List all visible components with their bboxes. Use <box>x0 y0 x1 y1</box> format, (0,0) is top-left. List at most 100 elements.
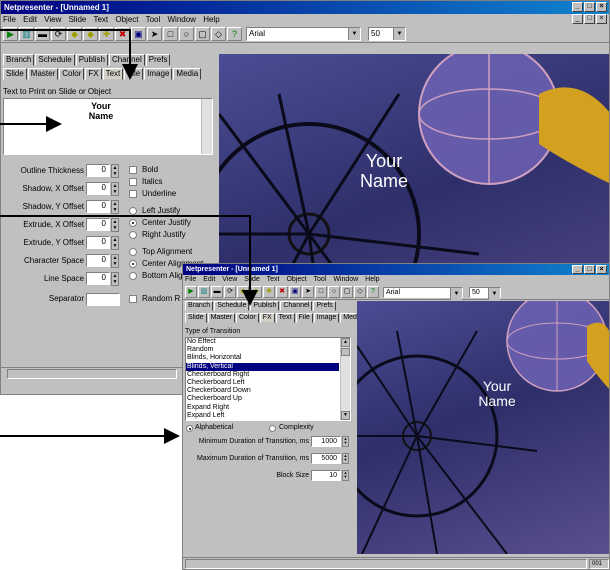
record-icon[interactable]: ▬ <box>35 26 50 41</box>
menu-help[interactable]: Help <box>203 15 219 24</box>
front-diamond-tool-icon[interactable]: ◇ <box>354 286 366 298</box>
front-ellipse-tool-icon[interactable]: ○ <box>328 286 340 298</box>
front-close-button[interactable]: × <box>596 265 607 274</box>
front-tab-fx[interactable]: FX <box>259 313 275 323</box>
diamond-tool-icon[interactable]: ◇ <box>211 26 226 41</box>
front-rounded-rect-tool-icon[interactable]: ▢ <box>341 286 353 298</box>
block-size-spin[interactable]: ▲ ▼ <box>342 470 349 481</box>
ellipse-tool-icon[interactable]: ○ <box>179 26 194 41</box>
front-tab-image[interactable]: Image <box>313 313 340 323</box>
minimize-button[interactable]: _ <box>572 2 583 12</box>
max-duration-field[interactable]: 5000 <box>311 453 341 464</box>
menu-file[interactable]: File <box>3 15 16 24</box>
font-name-select[interactable]: Arial <box>246 26 361 41</box>
doc-minimize-button[interactable]: _ <box>572 14 583 24</box>
front-tab-color[interactable]: Color <box>235 313 259 323</box>
delete-slide-icon[interactable]: ✖ <box>115 26 130 41</box>
tab-file[interactable]: File <box>124 68 144 80</box>
outline-thickness-spin[interactable]: ▲ ▼ <box>111 164 119 178</box>
front-add-slide-icon[interactable]: ✚ <box>263 286 275 298</box>
center-alignment-radio[interactable] <box>129 260 137 268</box>
menu-window[interactable]: Window <box>168 15 196 24</box>
front-tab-slide[interactable]: Slide <box>185 313 207 323</box>
random-checkbox[interactable] <box>129 295 137 303</box>
doc-close-button[interactable]: × <box>596 14 607 24</box>
transition-item[interactable]: Checkerboard Up <box>186 395 350 403</box>
shadow-y-spin[interactable]: ▲ ▼ <box>111 200 119 214</box>
textarea-scrollbar[interactable] <box>201 99 212 154</box>
transition-item[interactable]: Expand Right <box>186 404 350 412</box>
min-duration-spin[interactable]: ▲ ▼ <box>342 436 349 447</box>
extrude-y-field[interactable]: 0 <box>86 236 110 249</box>
front-menu-edit[interactable]: Edit <box>203 276 215 283</box>
menu-text[interactable]: Text <box>93 15 108 24</box>
top-alignment-radio[interactable] <box>129 248 137 256</box>
front-slide-view-icon[interactable]: ▥ <box>198 286 210 298</box>
transition-item[interactable]: Blinds, Horizontal <box>186 354 350 362</box>
max-duration-spin[interactable]: ▲ ▼ <box>342 453 349 464</box>
save-icon[interactable]: ▣ <box>131 26 146 41</box>
prev-icon[interactable]: ◆ <box>67 26 82 41</box>
front-pointer-icon[interactable]: ➤ <box>302 286 314 298</box>
next-icon[interactable]: ◆ <box>83 26 98 41</box>
front-tab-file[interactable]: File <box>295 313 313 323</box>
bold-checkbox[interactable] <box>129 166 137 174</box>
front-tab-publish[interactable]: Publish <box>250 301 280 311</box>
separator-field[interactable] <box>86 293 120 306</box>
transition-item[interactable]: Checkerboard Left <box>186 379 350 387</box>
shadow-x-spin[interactable]: ▲ ▼ <box>111 182 119 196</box>
maximize-button[interactable]: □ <box>584 2 595 12</box>
left-justify-radio[interactable] <box>129 207 137 215</box>
bottom-alignment-radio[interactable] <box>129 272 137 280</box>
front-minimize-button[interactable]: _ <box>572 265 583 274</box>
character-space-field[interactable]: 0 <box>86 254 110 267</box>
transition-item[interactable]: Checkerboard Right <box>186 371 350 379</box>
shadow-x-field[interactable]: 0 <box>86 182 110 195</box>
front-menu-help[interactable]: Help <box>365 276 379 283</box>
menu-tool[interactable]: Tool <box>146 15 161 24</box>
transition-item-selected[interactable]: Blinds, Vertical <box>186 362 339 371</box>
slide-view-icon[interactable]: ▥ <box>19 26 34 41</box>
front-next-icon[interactable]: ◆ <box>250 286 262 298</box>
shadow-y-field[interactable]: 0 <box>86 200 110 213</box>
extrude-y-spin[interactable]: ▲ ▼ <box>111 236 119 250</box>
tab-slide[interactable]: Slide <box>3 68 27 80</box>
alphabetical-radio[interactable] <box>186 425 193 432</box>
min-duration-field[interactable]: 1000 <box>311 436 341 447</box>
front-help-icon[interactable]: ? <box>367 286 379 298</box>
front-slide-canvas[interactable]: Your Name <box>357 301 609 554</box>
transition-item[interactable]: No Effect <box>186 338 350 346</box>
rounded-rect-tool-icon[interactable]: ▢ <box>195 26 210 41</box>
front-record-icon[interactable]: ▬ <box>211 286 223 298</box>
doc-restore-button[interactable]: □ <box>584 14 595 24</box>
tab-prefs[interactable]: Prefs <box>145 54 171 66</box>
back-slide-text[interactable]: Your Name <box>339 151 429 192</box>
outline-thickness-field[interactable]: 0 <box>86 164 110 177</box>
front-title-bar[interactable]: Netpresenter - [Unnamed 1] _ □ × <box>183 264 609 275</box>
tab-text[interactable]: Text <box>102 68 124 80</box>
font-size-select[interactable]: 50 <box>368 26 406 41</box>
tab-image[interactable]: Image <box>144 68 173 80</box>
play-icon[interactable]: ▶ <box>3 26 18 41</box>
front-tab-channel[interactable]: Channel <box>280 301 313 311</box>
pointer-icon[interactable]: ➤ <box>147 26 162 41</box>
front-play-icon[interactable]: ▶ <box>185 286 197 298</box>
tab-master[interactable]: Master <box>27 68 59 80</box>
front-menu-slide[interactable]: Slide <box>244 276 260 283</box>
underline-checkbox[interactable] <box>129 190 137 198</box>
front-maximize-button[interactable]: □ <box>584 265 595 274</box>
front-menu-text[interactable]: Text <box>267 276 280 283</box>
front-tab-branch[interactable]: Branch <box>185 301 214 311</box>
front-menu-view[interactable]: View <box>222 276 237 283</box>
front-rectangle-tool-icon[interactable]: □ <box>315 286 327 298</box>
front-refresh-icon[interactable]: ⟳ <box>224 286 236 298</box>
tab-color[interactable]: Color <box>59 68 85 80</box>
close-button[interactable]: × <box>596 2 607 12</box>
front-slide-text[interactable]: Your Name <box>457 378 537 410</box>
help-icon[interactable]: ? <box>227 26 242 41</box>
refresh-icon[interactable]: ⟳ <box>51 26 66 41</box>
menu-edit[interactable]: Edit <box>23 15 37 24</box>
menu-slide[interactable]: Slide <box>69 15 87 24</box>
block-size-field[interactable]: 10 <box>311 470 341 481</box>
front-tab-master[interactable]: Master <box>207 313 235 323</box>
